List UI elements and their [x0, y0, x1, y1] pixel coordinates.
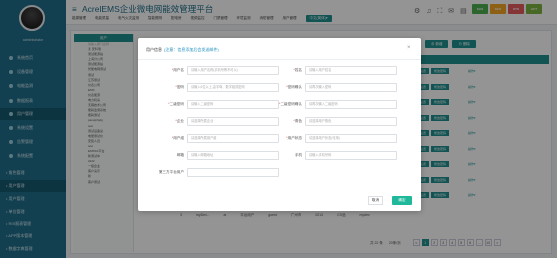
- divider: [138, 59, 421, 60]
- cancel-button[interactable]: 取消: [368, 196, 383, 205]
- field-label: *企业: [175, 119, 184, 123]
- field-label: *角色: [293, 119, 302, 123]
- form-input[interactable]: [187, 168, 279, 177]
- dialog-hint: (注意：信息添加后会发送邮件): [164, 47, 219, 52]
- field-label: *密码: [175, 85, 184, 89]
- form-input[interactable]: 请输入手机号码: [305, 151, 397, 160]
- field-label: *用户名: [171, 68, 184, 72]
- form-input[interactable]: 请选择用户状态(可用): [305, 134, 397, 143]
- form-input[interactable]: 请再次输入密码: [305, 83, 397, 92]
- confirm-button[interactable]: 确定: [392, 196, 412, 205]
- dialog-title: 用户信息 (注意：信息添加后会发送邮件): [146, 47, 219, 52]
- field-label: *密码确认: [286, 85, 302, 89]
- close-icon[interactable]: ×: [407, 45, 411, 51]
- field-label: 第三方平台用户: [158, 170, 184, 174]
- form-input[interactable]: 请选择用户角色: [305, 117, 397, 126]
- field-label: 邮箱: [176, 153, 184, 157]
- field-label: 手机: [294, 153, 302, 157]
- form-input[interactable]: 请输入用户姓名: [305, 66, 397, 75]
- field-label: *二级密码: [168, 102, 184, 106]
- field-label: *二级密码确认: [279, 102, 302, 106]
- field-label: *用户组: [171, 136, 184, 140]
- form-input[interactable]: 请再次输入二级密码: [305, 100, 397, 109]
- field-label: *姓名: [293, 68, 302, 72]
- user-info-dialog: 用户信息 (注意：信息添加后会发送邮件) × *用户名 请输入用户名称(手机号等不可…: [138, 38, 421, 211]
- field-label: *用户状态: [286, 136, 302, 140]
